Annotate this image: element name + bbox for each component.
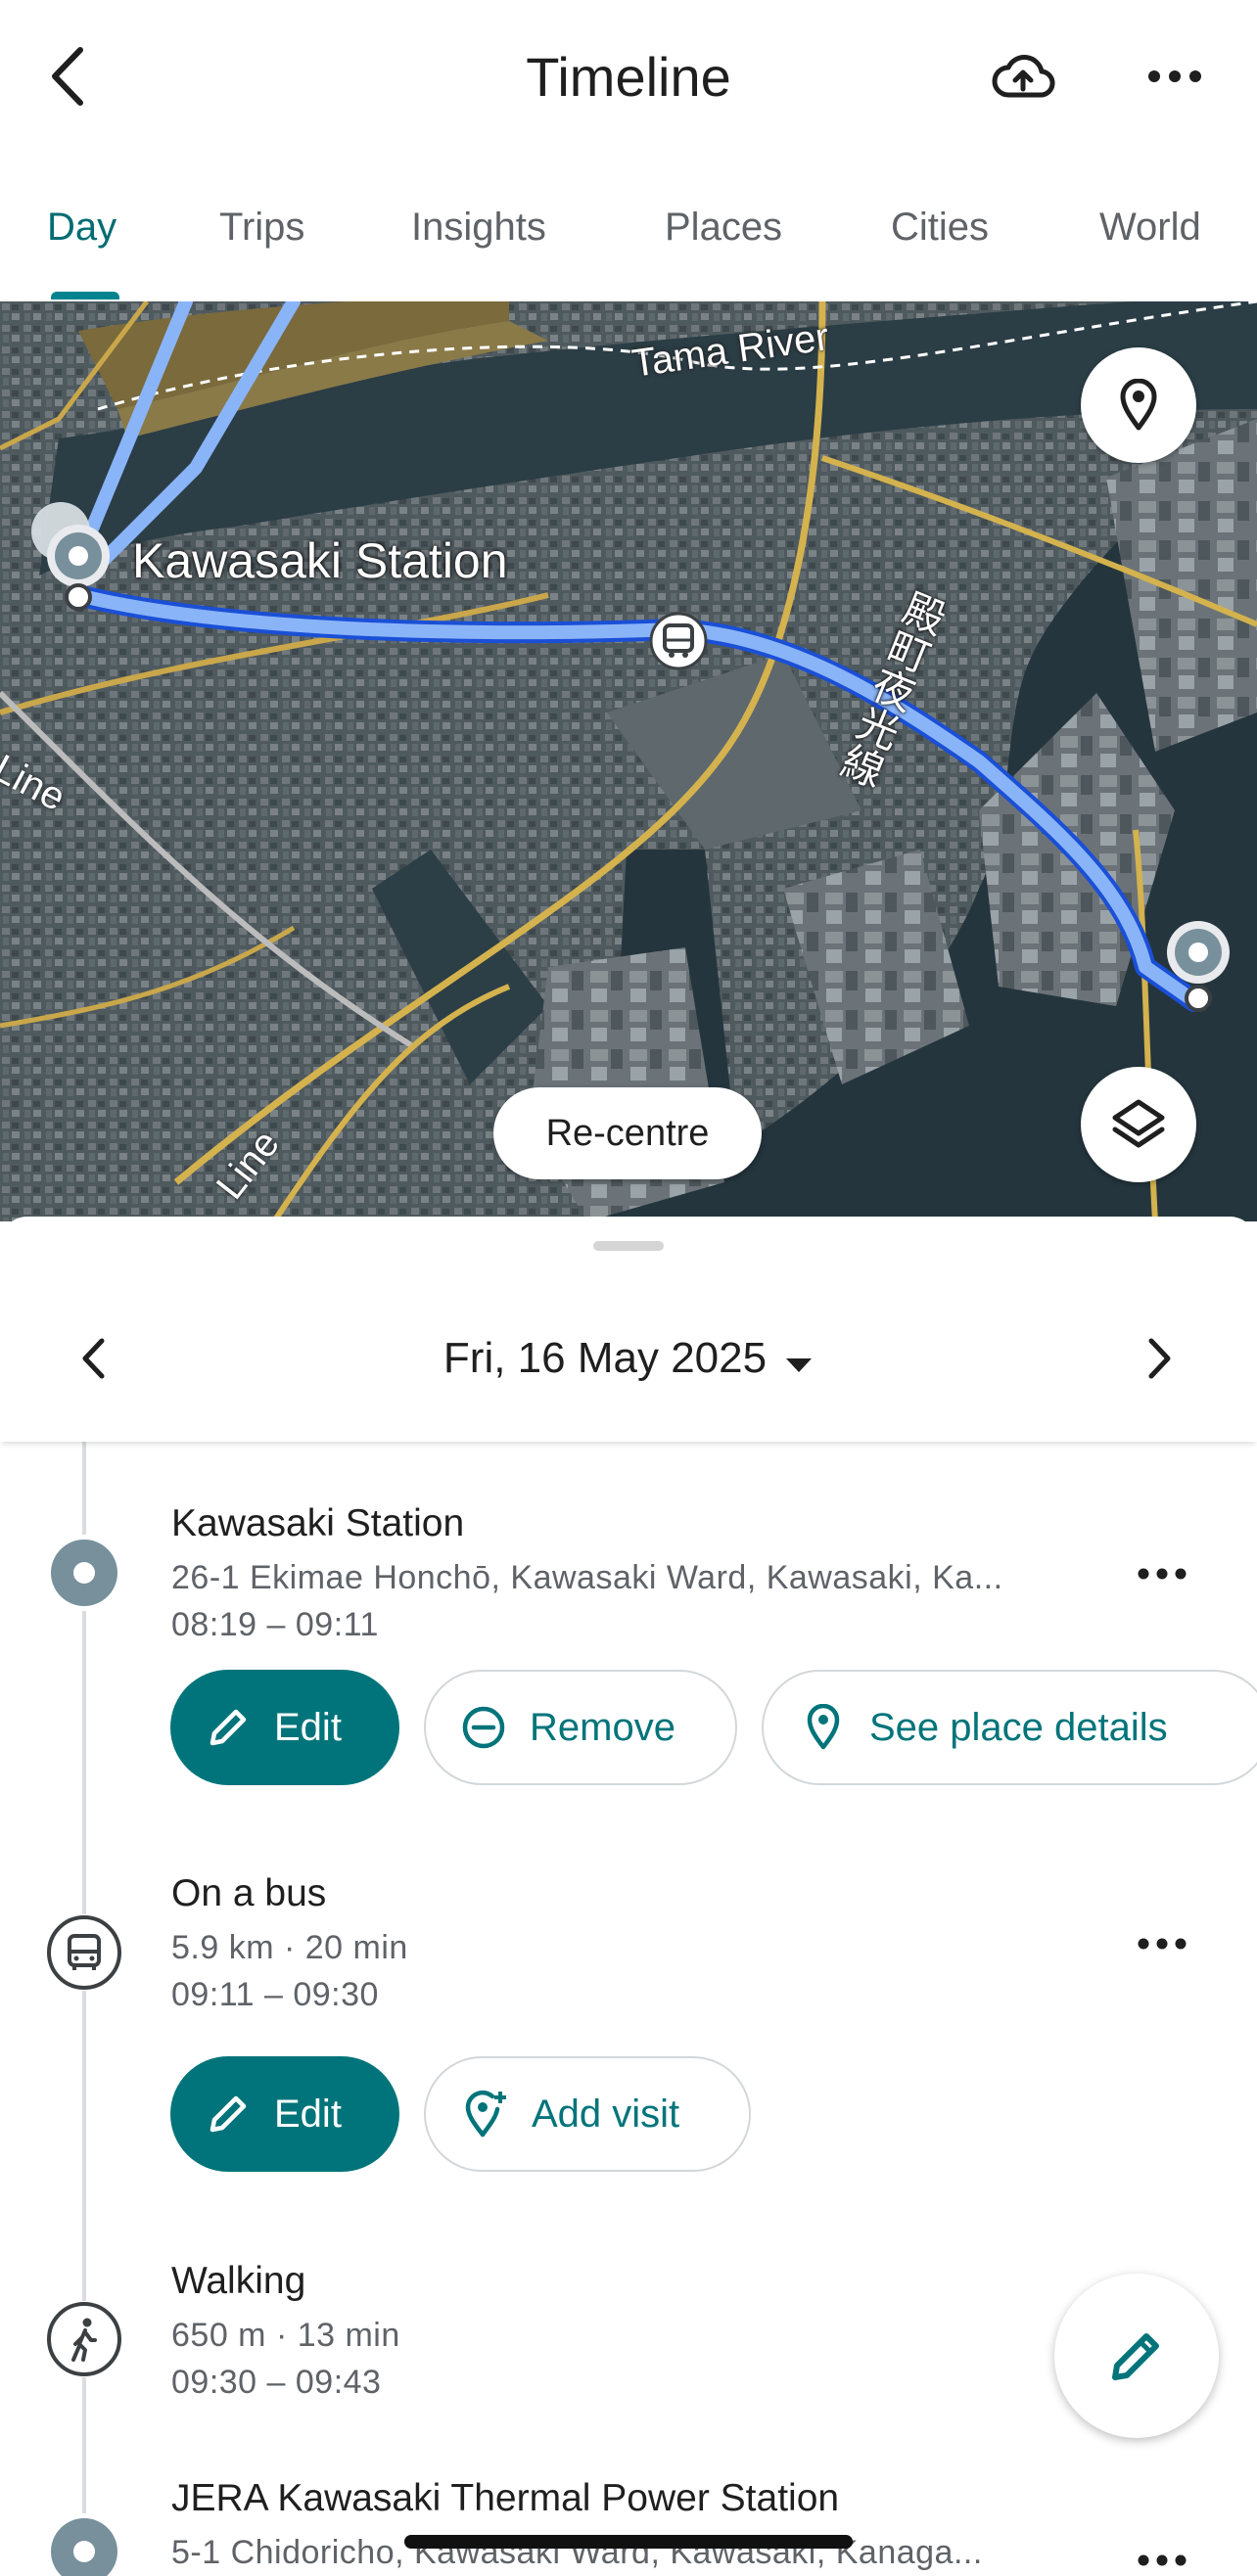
location-button[interactable] bbox=[1081, 347, 1196, 463]
add-visit-button[interactable]: Add visit bbox=[424, 2056, 751, 2172]
edit-timeline-fab[interactable] bbox=[1054, 2274, 1219, 2438]
entry-time: 08:19 – 09:11 bbox=[171, 1606, 379, 1643]
map-layers-button[interactable] bbox=[1081, 1067, 1196, 1182]
entry-title: Walking bbox=[171, 2260, 306, 2302]
tab-cities[interactable]: Cities bbox=[891, 206, 989, 250]
pencil-icon bbox=[204, 2090, 253, 2139]
timeline-connector bbox=[82, 1442, 86, 2576]
remove-button[interactable]: Remove bbox=[424, 1670, 737, 1785]
location-pin-icon bbox=[799, 1703, 848, 1752]
tab-world[interactable]: World bbox=[1099, 206, 1201, 250]
edit-button[interactable]: Edit bbox=[170, 2056, 399, 2172]
edit-button[interactable]: Edit bbox=[170, 1670, 399, 1785]
entry-time: 09:30 – 09:43 bbox=[171, 2364, 382, 2401]
tab-insights[interactable]: Insights bbox=[411, 206, 546, 250]
entry-title: Kawasaki Station bbox=[171, 1502, 465, 1544]
entry-more-button[interactable] bbox=[1126, 1919, 1198, 1968]
caret-down-icon bbox=[784, 1336, 814, 1385]
tab-bar: Day Trips Insights Places Cities World bbox=[0, 176, 1257, 301]
chevron-right-icon bbox=[1148, 1338, 1171, 1379]
bus-icon bbox=[46, 1914, 122, 1991]
tab-trips[interactable]: Trips bbox=[219, 206, 304, 250]
visit-marker-icon bbox=[46, 1535, 122, 1611]
see-place-details-button[interactable]: See place details bbox=[762, 1670, 1257, 1785]
date-text: Fri, 16 May 2025 bbox=[442, 1334, 768, 1382]
pencil-icon bbox=[1112, 2333, 1159, 2380]
remove-circle-icon bbox=[459, 1703, 508, 1752]
more-horizontal-icon bbox=[1138, 2554, 1187, 2566]
next-day-button[interactable] bbox=[1126, 1319, 1194, 1398]
map-view[interactable]: Tama River Kawasaki Station 殿町夜光線 Line L… bbox=[0, 301, 1257, 1221]
edit-label: Edit bbox=[274, 2092, 342, 2136]
entry-more-button[interactable] bbox=[1126, 2536, 1198, 2576]
edit-label: Edit bbox=[274, 1705, 342, 1749]
tab-day[interactable]: Day bbox=[47, 206, 116, 250]
backup-button[interactable] bbox=[984, 45, 1062, 108]
page-title: Timeline bbox=[526, 46, 731, 108]
walking-icon bbox=[46, 2301, 122, 2377]
tab-places[interactable]: Places bbox=[665, 206, 782, 250]
entry-distance: 5.9 km · 20 min bbox=[171, 1929, 408, 1966]
recentre-button[interactable]: Re-centre bbox=[493, 1087, 762, 1179]
cloud-upload-icon bbox=[992, 55, 1055, 98]
entry-title: JERA Kawasaki Thermal Power Station bbox=[171, 2477, 840, 2519]
pencil-icon bbox=[204, 1703, 253, 1752]
more-horizontal-icon bbox=[1148, 70, 1201, 82]
entry-time: 09:11 – 09:30 bbox=[171, 1976, 379, 2013]
map-label-station: Kawasaki Station bbox=[132, 533, 508, 588]
see-place-details-label: See place details bbox=[869, 1705, 1168, 1749]
app-header: Timeline bbox=[0, 0, 1257, 157]
layers-icon bbox=[1112, 1099, 1165, 1148]
entry-distance: 650 m · 13 min bbox=[171, 2317, 400, 2354]
more-options-button[interactable] bbox=[1136, 45, 1214, 108]
more-horizontal-icon bbox=[1138, 1568, 1187, 1580]
entry-title: On a bus bbox=[171, 1872, 327, 1914]
home-indicator[interactable] bbox=[404, 2535, 853, 2549]
date-picker[interactable]: Fri, 16 May 2025 bbox=[0, 1334, 1257, 1385]
sheet-drag-handle[interactable] bbox=[593, 1241, 664, 1251]
entry-address: 26-1 Ekimae Honchō, Kawasaki Ward, Kawas… bbox=[171, 1559, 1003, 1596]
visit-marker-icon bbox=[46, 2513, 122, 2576]
tab-indicator bbox=[51, 292, 119, 299]
add-visit-label: Add visit bbox=[532, 2092, 680, 2136]
date-navigator: Fri, 16 May 2025 bbox=[0, 1275, 1257, 1442]
location-pin-icon bbox=[1120, 379, 1157, 431]
remove-label: Remove bbox=[530, 1705, 675, 1749]
add-location-icon bbox=[461, 2090, 510, 2139]
satellite-map bbox=[0, 301, 1257, 1221]
entry-more-button[interactable] bbox=[1126, 1549, 1198, 1598]
more-horizontal-icon bbox=[1138, 1938, 1187, 1950]
